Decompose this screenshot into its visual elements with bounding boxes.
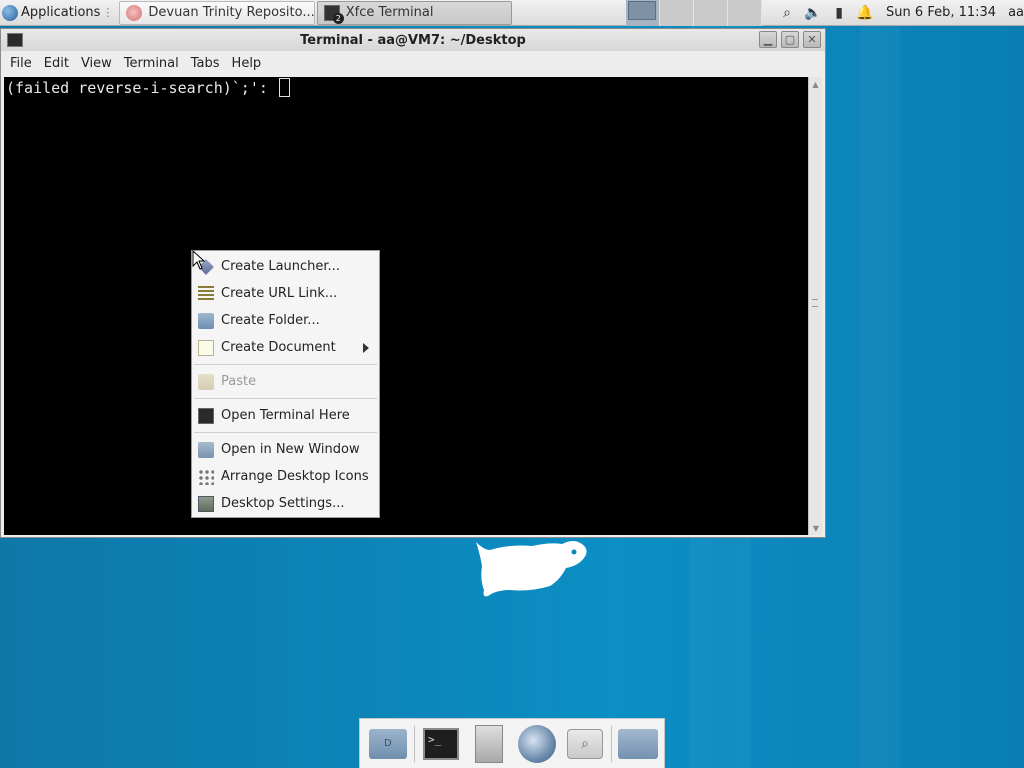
dock-web-browser[interactable]	[516, 723, 558, 765]
desktop-context-menu: Create Launcher... Create URL Link... Cr…	[191, 250, 380, 518]
window-title: Terminal - aa@VM7: ~/Desktop	[300, 32, 526, 48]
battery-icon[interactable]: ▮	[831, 5, 847, 21]
paste-item[interactable]: Paste	[192, 368, 379, 395]
dock-folder[interactable]	[617, 723, 659, 765]
menu-view[interactable]: View	[75, 56, 118, 71]
menu-item-label: Create Launcher...	[221, 259, 340, 274]
terminal-icon: >_	[423, 727, 459, 760]
workspace-switcher	[626, 0, 763, 26]
close-button[interactable]: ✕	[803, 31, 821, 48]
arrange-icon	[198, 468, 214, 485]
menu-item-label: Create Folder...	[221, 313, 320, 328]
minimize-button[interactable]: ▁	[759, 31, 777, 48]
file-cabinet-icon	[475, 724, 503, 763]
menu-separator	[194, 364, 377, 365]
terminal-window: Terminal - aa@VM7: ~/Desktop ▁ ▢ ✕ File …	[0, 28, 826, 538]
menu-separator	[194, 432, 377, 433]
window-count-badge: 2	[332, 12, 344, 24]
create-document-item[interactable]: Create Document	[192, 334, 379, 361]
menu-file[interactable]: File	[4, 56, 38, 71]
workspace-3[interactable]	[694, 0, 729, 26]
applications-label: Applications	[21, 5, 101, 20]
mouse-pointer-icon	[192, 250, 206, 270]
dock-file-manager[interactable]	[468, 723, 510, 765]
menu-item-label: Create Document	[221, 340, 336, 355]
document-icon	[198, 339, 214, 356]
url-link-icon	[198, 285, 214, 302]
notification-bell-icon[interactable]: 🔔	[856, 5, 873, 21]
menu-item-label: Open in New Window	[221, 442, 360, 457]
desktop-background	[860, 0, 900, 768]
folder-icon	[198, 312, 214, 329]
globe-icon	[518, 724, 556, 763]
user-menu[interactable]: aa	[1008, 5, 1024, 20]
menu-item-label: Arrange Desktop Icons	[221, 469, 369, 484]
menu-item-label: Desktop Settings...	[221, 496, 345, 511]
window-titlebar[interactable]: Terminal - aa@VM7: ~/Desktop ▁ ▢ ✕	[1, 29, 825, 51]
menu-terminal[interactable]: Terminal	[118, 56, 185, 71]
task-label: Devuan Trinity Reposito...	[148, 5, 315, 20]
volume-icon[interactable]: 🔈	[804, 5, 821, 21]
folder-icon	[618, 728, 658, 759]
browser-icon	[126, 4, 143, 21]
terminal-icon	[198, 407, 214, 424]
desktop-settings-item[interactable]: Desktop Settings...	[192, 490, 379, 517]
terminal-cursor	[278, 78, 290, 97]
top-panel: Applications ⋮ Devuan Trinity Reposito..…	[0, 0, 1024, 26]
task-button-browser[interactable]: Devuan Trinity Reposito...	[119, 0, 315, 25]
dock-app-finder[interactable]: ⌕	[564, 723, 606, 765]
scroll-down-icon[interactable]: ▼	[809, 521, 823, 535]
vertical-scrollbar[interactable]: ▲ ▼	[808, 77, 822, 535]
workspace-2[interactable]	[660, 0, 695, 26]
home-folder-icon	[369, 728, 407, 759]
dock-separator	[611, 725, 612, 762]
workspace-1[interactable]	[626, 0, 661, 26]
dock-home-folder[interactable]	[367, 723, 409, 765]
workspace-4[interactable]	[728, 0, 763, 26]
submenu-arrow-icon	[363, 343, 369, 353]
menu-tabs[interactable]: Tabs	[185, 56, 226, 71]
menu-item-label: Open Terminal Here	[221, 408, 350, 423]
open-in-new-window-item[interactable]: Open in New Window	[192, 436, 379, 463]
dock-separator	[414, 725, 415, 762]
menu-edit[interactable]: Edit	[38, 56, 75, 71]
maximize-button[interactable]: ▢	[781, 31, 799, 48]
dock-terminal[interactable]: >_	[420, 723, 462, 765]
search-icon: ⌕	[567, 728, 603, 759]
menu-help[interactable]: Help	[226, 56, 268, 71]
menu-separator	[194, 398, 377, 399]
menu-item-label: Paste	[221, 374, 257, 389]
create-url-link-item[interactable]: Create URL Link...	[192, 280, 379, 307]
task-button-terminal[interactable]: 2 Xfce Terminal	[316, 0, 513, 25]
create-launcher-item[interactable]: Create Launcher...	[192, 253, 379, 280]
dock-panel: >_ ⌕	[359, 718, 665, 768]
menu-item-label: Create URL Link...	[221, 286, 338, 301]
create-folder-item[interactable]: Create Folder...	[192, 307, 379, 334]
clock[interactable]: Sun 6 Feb, 11:34	[886, 5, 996, 20]
xfce-mouse-logo-icon	[476, 541, 587, 597]
terminal-output[interactable]: (failed reverse-i-search)`;':	[4, 77, 808, 535]
terminal-prompt-text: (failed reverse-i-search)`;':	[6, 79, 277, 97]
menu-bar: File Edit View Terminal Tabs Help	[1, 51, 825, 75]
scroll-grip-icon[interactable]	[812, 299, 818, 307]
task-label: Xfce Terminal	[345, 5, 434, 20]
settings-icon	[198, 495, 214, 512]
scroll-up-icon[interactable]: ▲	[809, 77, 822, 91]
paste-icon	[198, 373, 214, 390]
arrange-desktop-icons-item[interactable]: Arrange Desktop Icons	[192, 463, 379, 490]
system-tray: ⌕ 🔈 ▮ 🔔	[774, 0, 878, 26]
panel-separator-icon: ⋮	[102, 6, 114, 19]
applications-menu[interactable]: Applications ⋮	[0, 0, 117, 26]
applications-logo-icon	[2, 4, 18, 21]
open-terminal-here-item[interactable]: Open Terminal Here	[192, 402, 379, 429]
window-icon	[198, 441, 214, 458]
terminal-icon: 2	[323, 4, 344, 24]
network-icon[interactable]: ⌕	[779, 5, 795, 21]
